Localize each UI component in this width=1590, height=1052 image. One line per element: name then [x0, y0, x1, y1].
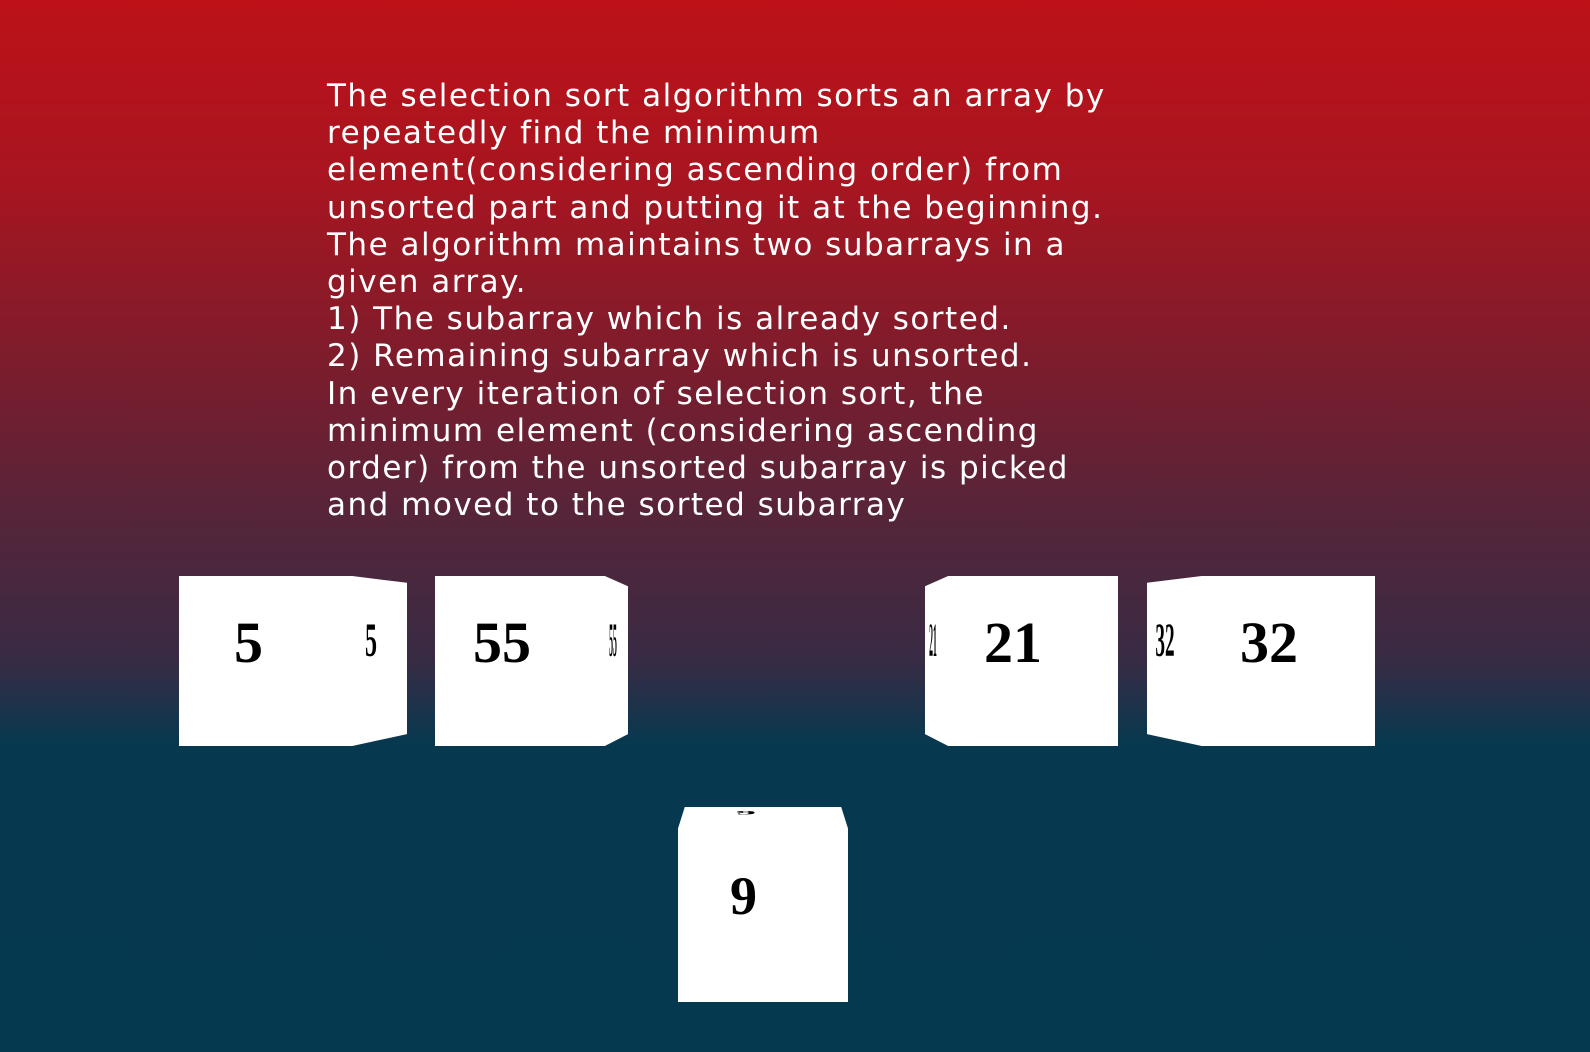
cube-value: 55 [473, 610, 531, 675]
cube-value: 9 [730, 866, 757, 926]
cube-side-value: 55 [609, 614, 617, 667]
cube-value: 21 [984, 610, 1042, 675]
cube-side-value: 5 [365, 614, 377, 667]
cube-top-value: 9 [736, 810, 756, 816]
selected-cube-9[interactable]: 9 9 [678, 807, 848, 1002]
cube-side-value: 21 [929, 614, 937, 667]
algorithm-description: The selection sort algorithm sorts an ar… [327, 78, 1106, 524]
array-cube-32[interactable]: 32 32 [1147, 576, 1375, 746]
cube-value: 32 [1240, 610, 1298, 675]
array-cube-21[interactable]: 21 21 [925, 576, 1118, 746]
array-cube-55[interactable]: 55 55 [435, 576, 628, 746]
cube-side-value: 32 [1155, 614, 1175, 667]
cube-value: 5 [234, 610, 263, 675]
array-cube-5[interactable]: 5 5 [179, 576, 407, 746]
